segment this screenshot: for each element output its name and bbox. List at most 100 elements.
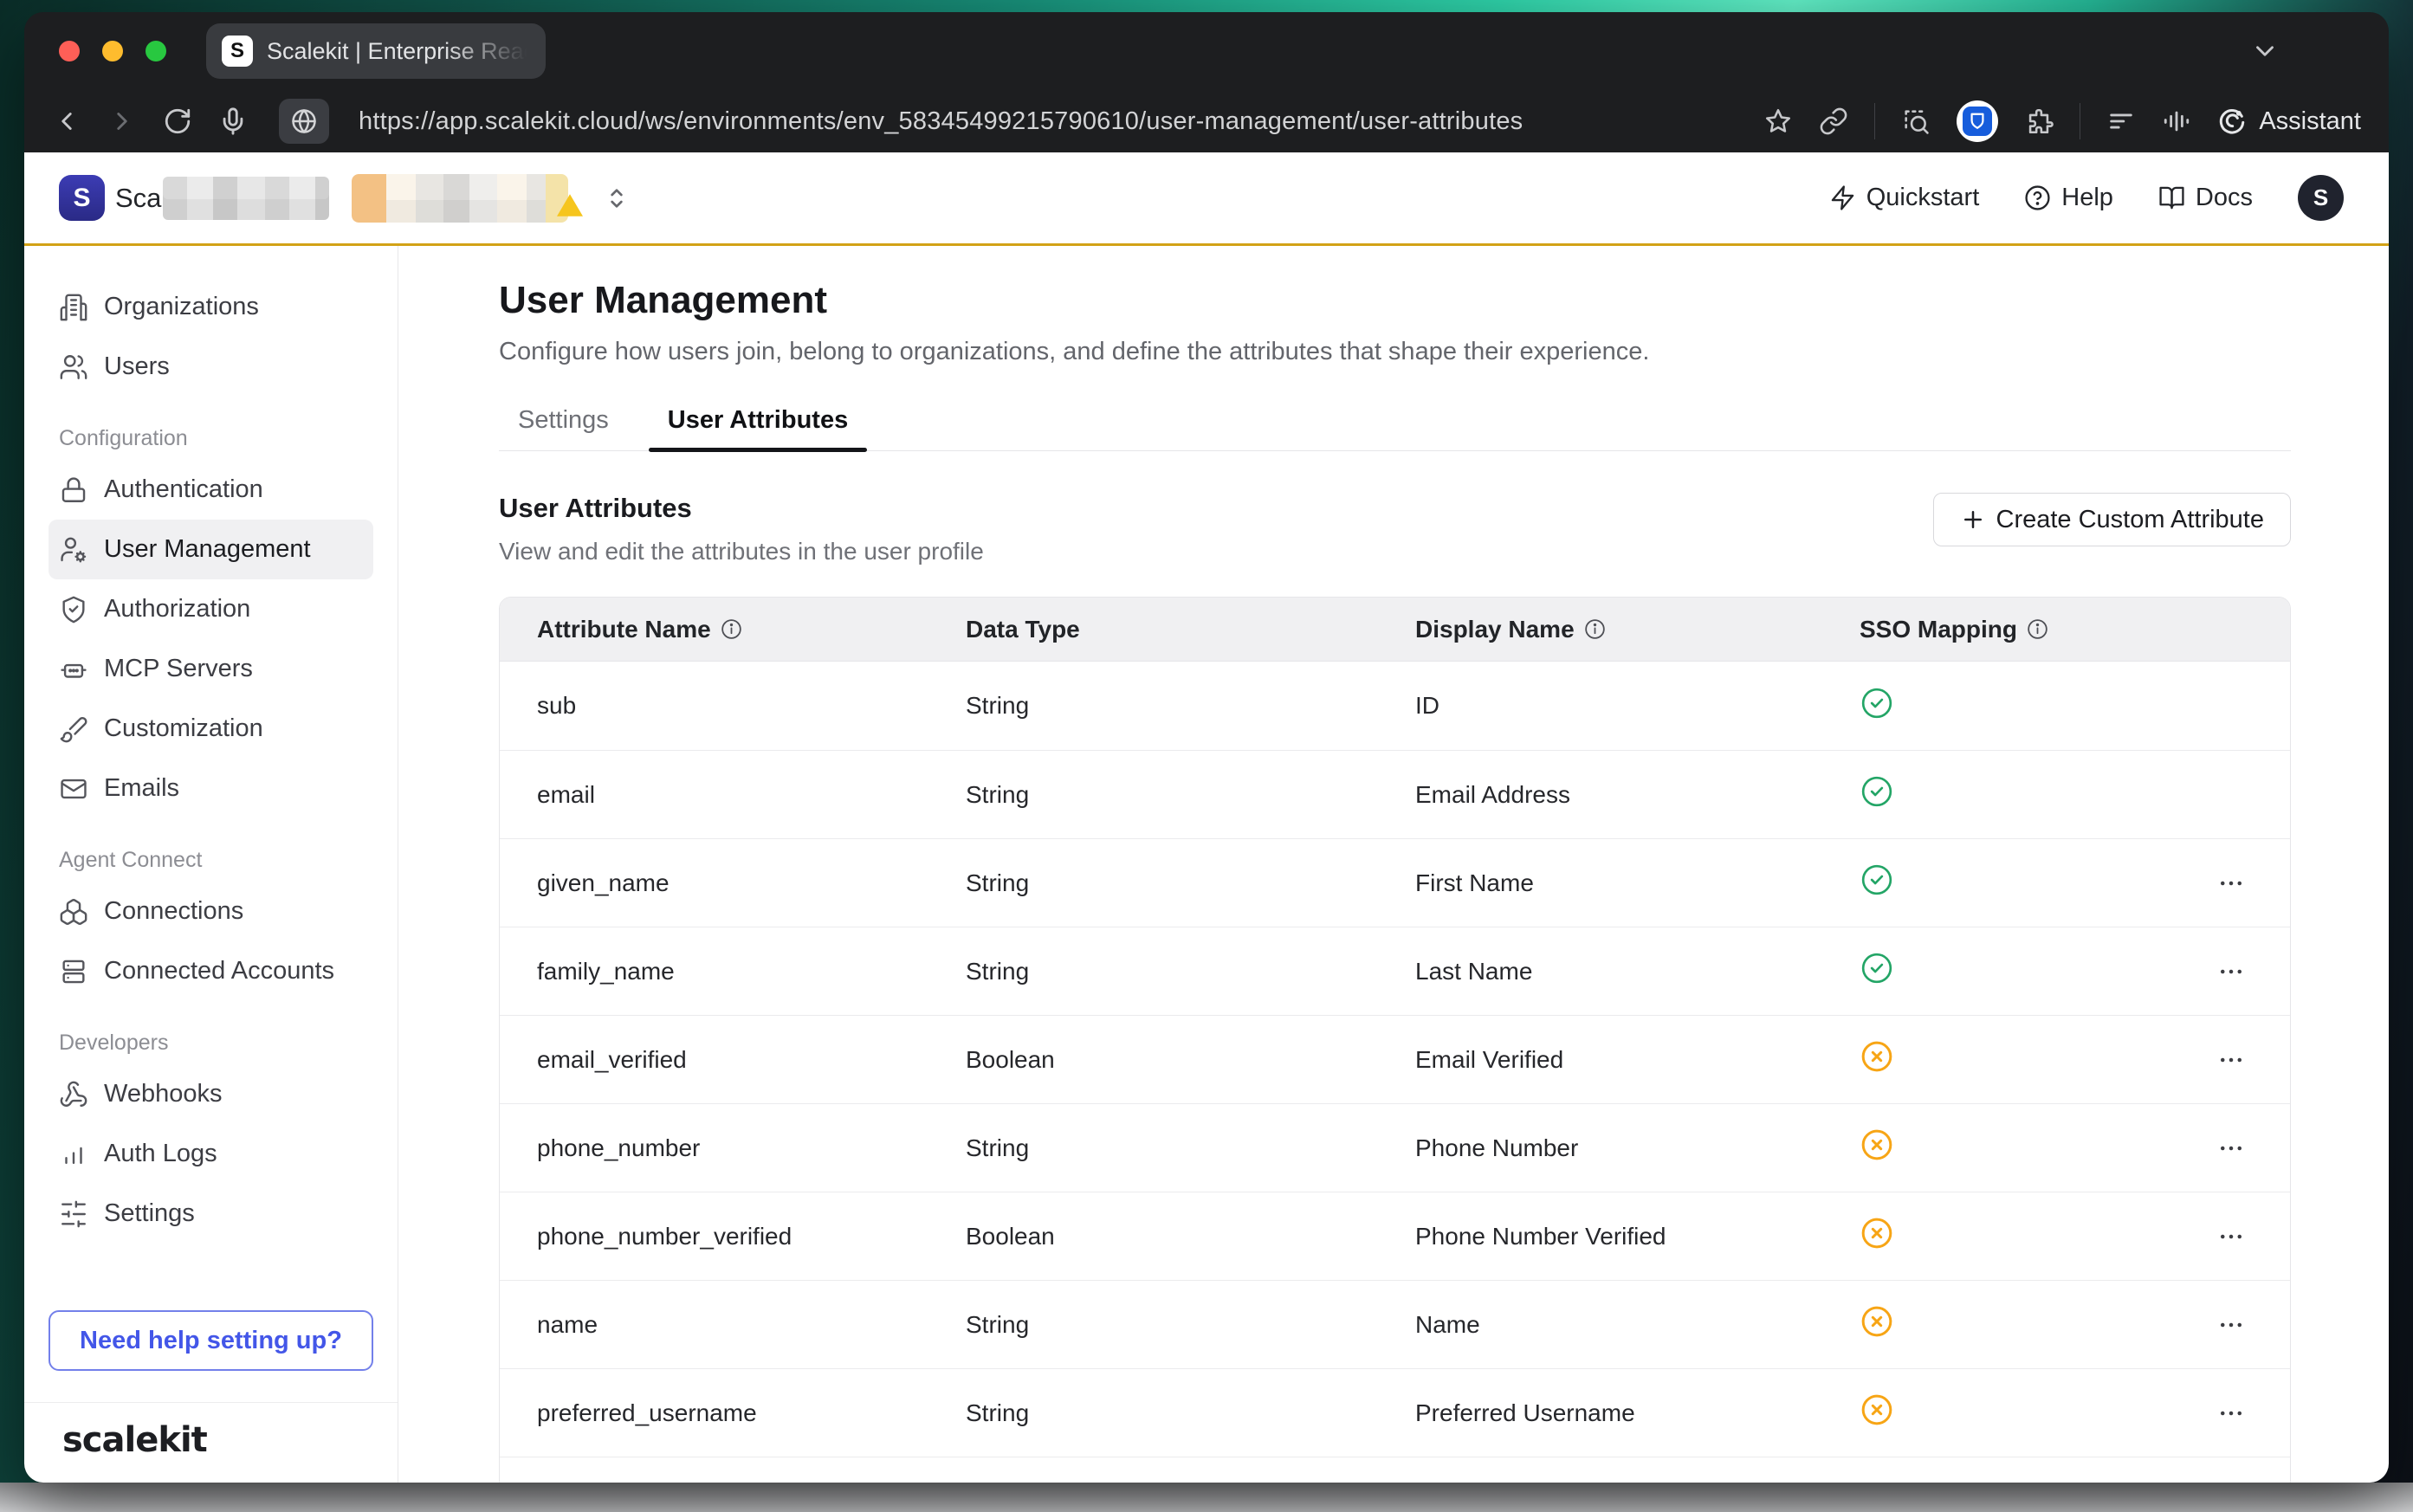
- plus-icon: [1960, 507, 1986, 533]
- workspace-name-redacted: [163, 177, 329, 220]
- audio-waveform-icon[interactable]: [2162, 107, 2191, 136]
- data-type-cell: Boolean: [966, 1223, 1415, 1250]
- check-circle-icon: [1860, 863, 1894, 897]
- quickstart-button[interactable]: Quickstart: [1829, 184, 1980, 212]
- sliders-icon: [59, 1199, 88, 1229]
- sidebar-item-auth-logs[interactable]: Auth Logs: [49, 1124, 373, 1184]
- minimize-window-button[interactable]: [102, 41, 123, 61]
- display-name-cell: Last Name: [1415, 958, 1860, 985]
- display-name-cell: First Name: [1415, 869, 1860, 897]
- help-circle-icon: [2024, 184, 2051, 211]
- password-manager-extension-icon[interactable]: [1957, 100, 1998, 142]
- back-icon[interactable]: [52, 107, 81, 136]
- user-avatar[interactable]: S: [2298, 175, 2344, 221]
- ellipsis-menu-icon[interactable]: [2216, 1398, 2247, 1429]
- data-type-cell: String: [966, 1311, 1415, 1339]
- microphone-icon[interactable]: [218, 107, 248, 136]
- sidebar-item-authorization[interactable]: Authorization: [49, 579, 373, 639]
- ellipsis-menu-icon[interactable]: [2216, 868, 2247, 899]
- sidebar-item-users[interactable]: Users: [49, 337, 373, 397]
- browser-profile-avatar[interactable]: [2313, 31, 2352, 71]
- bookmark-star-icon[interactable]: [1763, 107, 1793, 136]
- attributes-table: Attribute NameData TypeDisplay NameSSO M…: [499, 597, 2291, 1483]
- check-circle-icon: [1860, 686, 1894, 720]
- sidebar-item-customization[interactable]: Customization: [49, 699, 373, 759]
- sso-mapping-cell: [1860, 1216, 2128, 1257]
- reload-icon[interactable]: [163, 107, 192, 136]
- ellipsis-menu-icon[interactable]: [2216, 1221, 2247, 1252]
- extensions-puzzle-icon[interactable]: [2024, 107, 2054, 136]
- need-help-button[interactable]: Need help setting up?: [49, 1310, 373, 1371]
- search-in-page-icon[interactable]: [1901, 107, 1931, 136]
- environment-badge-redacted: [352, 174, 568, 223]
- workspace-switcher-icon[interactable]: [603, 184, 631, 212]
- forward-icon[interactable]: [107, 107, 137, 136]
- ellipsis-menu-icon[interactable]: [2216, 1044, 2247, 1076]
- reading-list-icon[interactable]: [2106, 107, 2136, 136]
- sidebar-item-emails[interactable]: Emails: [49, 759, 373, 818]
- sidebar-item-authentication[interactable]: Authentication: [49, 460, 373, 520]
- attribute-name-cell: email: [537, 781, 966, 809]
- sidebar-item-webhooks[interactable]: Webhooks: [49, 1064, 373, 1124]
- ellipsis-menu-icon[interactable]: [2216, 1309, 2247, 1341]
- tab-bar: Settings User Attributes: [499, 406, 2291, 451]
- close-window-button[interactable]: [59, 41, 80, 61]
- bar-chart-icon: [59, 1140, 88, 1169]
- x-circle-icon: [1860, 1039, 1894, 1074]
- sidebar-item-organizations[interactable]: Organizations: [49, 277, 373, 337]
- table-row-partial: [500, 1457, 2290, 1483]
- url-address[interactable]: https://app.scalekit.cloud/ws/environmen…: [359, 107, 1523, 136]
- sidebar-item-connections[interactable]: Connections: [49, 882, 373, 941]
- ellipsis-menu-icon[interactable]: [2216, 1133, 2247, 1164]
- user-gear-icon: [59, 535, 88, 565]
- create-custom-attribute-button[interactable]: Create Custom Attribute: [1933, 493, 2291, 546]
- assistant-button[interactable]: Assistant: [2217, 107, 2361, 136]
- table-header-row: Attribute NameData TypeDisplay NameSSO M…: [500, 598, 2290, 662]
- help-button[interactable]: Help: [2024, 184, 2113, 212]
- tab-user-attributes[interactable]: User Attributes: [649, 406, 867, 450]
- data-type-cell: String: [966, 781, 1415, 809]
- workspace-name: Sca: [115, 183, 161, 214]
- maximize-window-button[interactable]: [146, 41, 166, 61]
- users-icon: [59, 352, 88, 382]
- data-type-cell: Boolean: [966, 1046, 1415, 1074]
- sso-mapping-cell: [1860, 1128, 2128, 1168]
- assistant-icon: [2217, 107, 2247, 136]
- desktop-bottom-strip: [0, 1483, 2413, 1512]
- section-heading: User Attributes: [499, 493, 984, 524]
- table-row-email-verified: email_verifiedBooleanEmail Verified: [500, 1015, 2290, 1103]
- sso-mapping-cell: [1860, 1392, 2128, 1433]
- info-icon[interactable]: [1583, 617, 1607, 641]
- chevron-down-icon[interactable]: [2250, 36, 2280, 66]
- sidebar-item-connected-accounts[interactable]: Connected Accounts: [49, 941, 373, 1001]
- sso-mapping-cell: [1860, 686, 2128, 727]
- sidebar-item-user-management[interactable]: User Management: [49, 520, 373, 579]
- docs-button[interactable]: Docs: [2158, 184, 2253, 212]
- sidebar-footer: scalekit: [24, 1402, 398, 1483]
- table-row-given-name: given_nameStringFirst Name: [500, 838, 2290, 927]
- scalekit-wordmark: scalekit: [62, 1420, 207, 1460]
- tab-favicon: S: [222, 36, 253, 67]
- app-header: S Sca Quickstart Help: [24, 152, 2389, 246]
- tab-settings[interactable]: Settings: [499, 406, 628, 450]
- sidebar-section-label: Configuration: [49, 426, 373, 451]
- shield-icon: [1968, 112, 1987, 131]
- browser-tabbar: S Scalekit | Enterprise Ready A: [24, 12, 2389, 90]
- sidebar-item-label: Users: [104, 352, 170, 381]
- display-name-cell: Phone Number: [1415, 1134, 1860, 1162]
- table-row-email: emailStringEmail Address: [500, 750, 2290, 838]
- sidebar-item-mcp-servers[interactable]: MCP Servers: [49, 639, 373, 699]
- table-row-preferred-username: preferred_usernameStringPreferred Userna…: [500, 1368, 2290, 1457]
- site-info-chip[interactable]: [279, 99, 329, 144]
- copy-link-icon[interactable]: [1819, 107, 1848, 136]
- sidebar-item-label: User Management: [104, 535, 311, 564]
- browser-toolbar: https://app.scalekit.cloud/ws/environmen…: [24, 90, 2389, 152]
- attribute-name-cell: phone_number: [537, 1134, 966, 1162]
- browser-tab[interactable]: S Scalekit | Enterprise Ready A: [206, 23, 546, 79]
- info-icon[interactable]: [2026, 617, 2049, 641]
- display-name-cell: Email Verified: [1415, 1046, 1860, 1074]
- ellipsis-menu-icon[interactable]: [2216, 956, 2247, 987]
- info-icon[interactable]: [720, 617, 743, 641]
- mail-icon: [59, 774, 88, 804]
- sidebar-item-settings[interactable]: Settings: [49, 1184, 373, 1244]
